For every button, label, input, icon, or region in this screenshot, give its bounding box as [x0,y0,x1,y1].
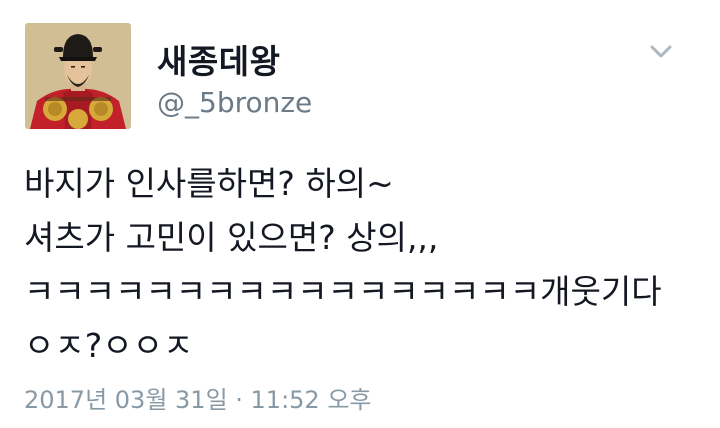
tweet-line: ㅇㅈ?ㅇㅇㅈ [24,326,194,365]
display-name[interactable]: 새종데왕 [157,35,280,83]
tweet-card: 새종데왕 @_5bronze 바지가 인사를하면? 하의~ 셔츠가 고민이 있으… [0,0,720,428]
tweet-line: 바지가 인사를하면? 하의~ [24,164,394,203]
chevron-down-icon[interactable] [644,37,678,65]
tweet-timestamp[interactable]: 2017년 03월 31일 · 11:52 오후 [24,380,372,415]
tweet-text: 바지가 인사를하면? 하의~ 셔츠가 고민이 있으면? 상의,,, ㅋㅋㅋㅋㅋㅋ… [24,157,704,373]
avatar[interactable] [25,23,131,129]
king-portrait-icon [25,23,131,129]
tweet-line: 셔츠가 고민이 있으면? 상의,,, [24,218,439,257]
tweet-line: ㅋㅋㅋㅋㅋㅋㅋㅋㅋㅋㅋㅋㅋㅋㅋㅋㅋ개웃기다 [24,272,662,311]
user-handle[interactable]: @_5bronze [157,86,312,119]
